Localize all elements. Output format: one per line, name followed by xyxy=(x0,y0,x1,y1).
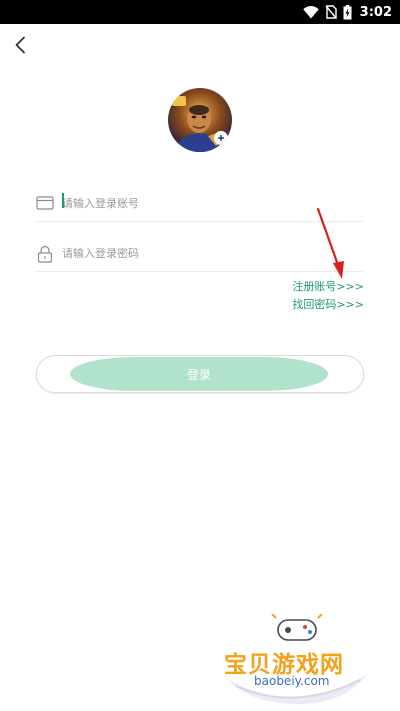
status-bar: 3:02 xyxy=(0,0,400,24)
annotation-arrow xyxy=(316,207,344,279)
battery-charging-icon xyxy=(343,4,352,19)
text-cursor xyxy=(62,193,64,208)
lock-icon xyxy=(35,244,55,264)
chevron-left-icon xyxy=(15,36,25,54)
gamepad-icon xyxy=(271,614,323,641)
wifi-icon xyxy=(302,5,319,18)
avatar xyxy=(168,88,232,152)
password-input[interactable] xyxy=(62,247,322,260)
status-icons: 3:02 xyxy=(302,0,392,24)
register-link[interactable]: 注册账号>>> xyxy=(292,278,364,294)
login-button[interactable]: 登录 xyxy=(70,357,328,391)
find-password-link[interactable]: 找回密码>>> xyxy=(292,296,364,312)
no-sim-icon xyxy=(325,5,337,19)
card-icon xyxy=(35,193,55,213)
watermark-url: baobeiy.com xyxy=(254,674,330,688)
account-input[interactable] xyxy=(62,196,322,210)
status-time: 3:02 xyxy=(359,4,392,20)
back-button[interactable] xyxy=(10,34,30,56)
avatar-image xyxy=(168,88,232,152)
